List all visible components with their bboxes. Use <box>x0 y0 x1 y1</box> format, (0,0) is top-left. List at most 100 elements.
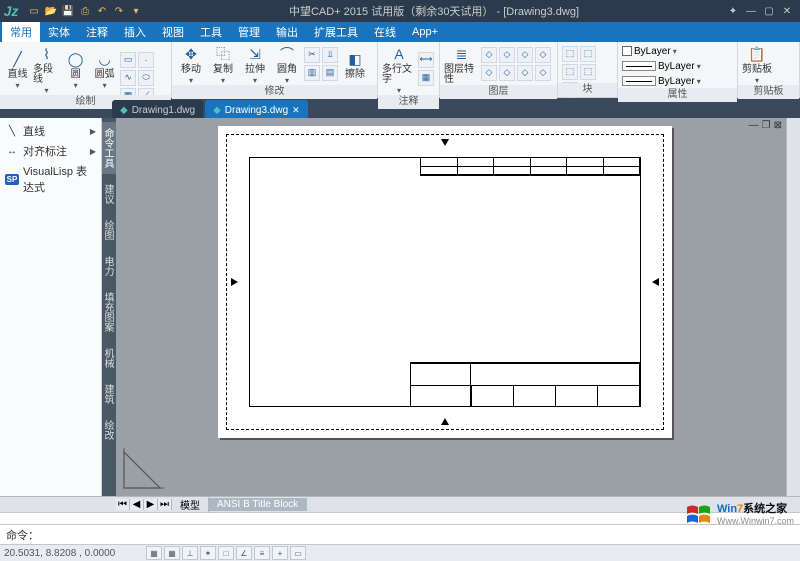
move-button[interactable]: ✥移动▾ <box>176 44 206 85</box>
erase-button[interactable]: ◧擦除 <box>340 49 370 80</box>
block-edit-icon[interactable]: ⬚ <box>562 64 578 80</box>
arc-button[interactable]: ◡圆弧▾ <box>91 49 118 90</box>
copy-button[interactable]: ⿻复制▾ <box>208 44 238 85</box>
qat-redo-icon[interactable]: ↷ <box>111 3 127 19</box>
app-logo[interactable]: Jz <box>0 0 22 22</box>
command-line[interactable]: 命令： <box>0 524 800 544</box>
table-icon[interactable]: ▦ <box>418 70 434 86</box>
qat-undo-icon[interactable]: ↶ <box>94 3 110 19</box>
clipboard-button[interactable]: 📋剪贴板▾ <box>742 44 772 85</box>
layer-g-icon[interactable]: ◇ <box>517 65 533 81</box>
qat-dropdown-icon[interactable]: ▾ <box>128 3 144 19</box>
sb-grid-icon[interactable]: ▦ <box>164 546 180 560</box>
tab-online[interactable]: 在线 <box>366 22 404 42</box>
layer-c-icon[interactable]: ◇ <box>517 47 533 63</box>
tab-model[interactable]: 模型 <box>172 496 209 513</box>
fillet-button[interactable]: ⌒圆角▾ <box>272 44 302 85</box>
sb-snap-icon[interactable]: ▦ <box>146 546 162 560</box>
tab-common[interactable]: 常用 <box>2 22 40 42</box>
draw-spline-icon[interactable]: ∿ <box>120 70 136 86</box>
tab-entity[interactable]: 实体 <box>40 22 78 42</box>
block-create-icon[interactable]: ⬚ <box>580 46 596 62</box>
tab-app[interactable]: App+ <box>404 24 446 40</box>
mdi-min-icon[interactable]: — <box>749 120 759 131</box>
sb-model-icon[interactable]: ▭ <box>290 546 306 560</box>
draw-rect-icon[interactable]: ▭ <box>120 52 136 68</box>
circle-button[interactable]: ◯圆▾ <box>62 49 89 90</box>
tab-view[interactable]: 视图 <box>154 22 192 42</box>
linetype-dropdown[interactable]: ByLayer▾ <box>622 59 733 73</box>
sidetab-3[interactable]: 电力 <box>102 250 116 282</box>
sb-otrack-icon[interactable]: ∠ <box>236 546 252 560</box>
qat-save-icon[interactable]: 💾 <box>60 3 76 19</box>
tab-layout-ansi[interactable]: ANSI B Title Block <box>209 498 307 511</box>
modify-trim-icon[interactable]: ✂ <box>304 47 320 63</box>
modify-mirror-icon[interactable]: ▥ <box>304 65 320 81</box>
sidetab-4[interactable]: 填充图案 <box>102 286 116 338</box>
layer-a-icon[interactable]: ◇ <box>481 47 497 63</box>
tab-close-icon[interactable]: ✕ <box>292 105 300 116</box>
close-icon[interactable]: ✕ <box>780 4 794 18</box>
cmd-history[interactable] <box>0 512 800 524</box>
color-dropdown[interactable]: ByLayer▾ <box>622 44 733 58</box>
palette-item-dim[interactable]: ↔对齐标注▶ <box>2 141 99 161</box>
tab-extended[interactable]: 扩展工具 <box>306 22 366 42</box>
help-icon[interactable]: ✦ <box>726 4 740 18</box>
layer-h-icon[interactable]: ◇ <box>535 65 551 81</box>
tab-manage[interactable]: 管理 <box>230 22 268 42</box>
nav-first-icon[interactable]: ⏮ <box>116 499 130 510</box>
layer-e-icon[interactable]: ◇ <box>481 65 497 81</box>
tab-tools[interactable]: 工具 <box>192 22 230 42</box>
mtext-button[interactable]: A多行文字▾ <box>382 44 416 95</box>
nav-next-icon[interactable]: ▶ <box>144 499 158 510</box>
drawing-canvas[interactable]: — ❐ ⊠ <box>116 118 786 496</box>
sb-lwt-icon[interactable]: ≡ <box>254 546 270 560</box>
doc-tab-2[interactable]: ◆Drawing3.dwg✕ <box>205 100 308 118</box>
sidetab-7[interactable]: 绘改 <box>102 414 116 446</box>
modify-offset-icon[interactable]: ⫫ <box>322 47 338 63</box>
qat-new-icon[interactable]: ▭ <box>26 3 42 19</box>
nav-prev-icon[interactable]: ◀ <box>130 499 144 510</box>
linetype-icon <box>622 61 656 71</box>
layer-b-icon[interactable]: ◇ <box>499 47 515 63</box>
sb-dyn-icon[interactable]: + <box>272 546 288 560</box>
qat-print-icon[interactable]: ⎙ <box>77 3 93 19</box>
tab-output[interactable]: 输出 <box>268 22 306 42</box>
line-button[interactable]: ╱直线▾ <box>4 49 31 90</box>
sb-polar-icon[interactable]: ✶ <box>200 546 216 560</box>
sb-osnap-icon[interactable]: □ <box>218 546 234 560</box>
vertical-scrollbar[interactable] <box>786 118 800 496</box>
sidetab-1[interactable]: 建议 <box>102 178 116 210</box>
draw-ellipse-icon[interactable]: ⬭ <box>138 70 154 86</box>
stretch-button[interactable]: ⇲拉伸▾ <box>240 44 270 85</box>
ribbon-tabs: 常用 实体 注释 插入 视图 工具 管理 输出 扩展工具 在线 App+ <box>0 22 800 42</box>
dim-icon[interactable]: ⟷ <box>418 52 434 68</box>
palette-item-vlisp[interactable]: SPVisualLisp 表达式 <box>2 161 99 197</box>
doc-tab-1[interactable]: ◆Drawing1.dwg <box>112 100 203 118</box>
mdi-restore-icon[interactable]: ❐ <box>762 120 771 131</box>
layer-props-button[interactable]: ≣图层特性 <box>444 44 479 85</box>
mdi-close-icon[interactable]: ⊠ <box>774 120 782 131</box>
palette-item-line[interactable]: ╲直线▶ <box>2 121 99 141</box>
layer-d-icon[interactable]: ◇ <box>535 47 551 63</box>
tab-annotate[interactable]: 注释 <box>78 22 116 42</box>
block-insert-icon[interactable]: ⬚ <box>562 46 578 62</box>
modify-array-icon[interactable]: ▤ <box>322 65 338 81</box>
polyline-button[interactable]: ⌇多段线▾ <box>33 44 60 95</box>
minimize-icon[interactable]: — <box>744 4 758 18</box>
lineweight-dropdown[interactable]: ByLayer▾ <box>622 74 733 88</box>
nav-last-icon[interactable]: ⏭ <box>158 499 172 510</box>
qat-open-icon[interactable]: 📂 <box>43 3 59 19</box>
group-label-block: 块 <box>558 83 617 97</box>
sidetab-5[interactable]: 机械 <box>102 342 116 374</box>
layer-f-icon[interactable]: ◇ <box>499 65 515 81</box>
sidetab-0[interactable]: 命令工具 <box>102 122 116 174</box>
sidetab-6[interactable]: 建筑 <box>102 378 116 410</box>
maximize-icon[interactable]: ▢ <box>762 4 776 18</box>
sb-ortho-icon[interactable]: ⊥ <box>182 546 198 560</box>
ribbon-group-modify: ✥移动▾ ⿻复制▾ ⇲拉伸▾ ⌒圆角▾ ✂⫫ ▥▤ ◧擦除 修改 <box>172 42 378 97</box>
draw-dot-icon[interactable]: · <box>138 52 154 68</box>
sidetab-2[interactable]: 绘图 <box>102 214 116 246</box>
block-attr-icon[interactable]: ⬚ <box>580 64 596 80</box>
tab-insert[interactable]: 插入 <box>116 22 154 42</box>
